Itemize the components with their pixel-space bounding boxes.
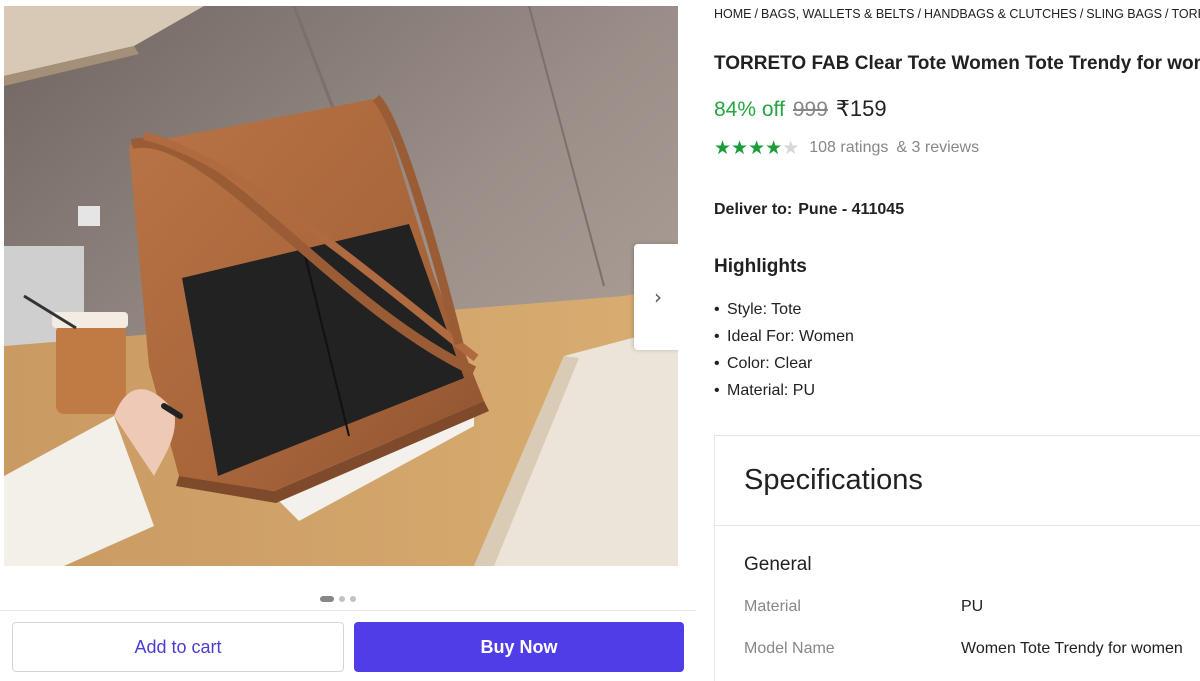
purchase-action-bar: Add to cart Buy Now: [0, 610, 696, 681]
star-filled-icon: ★: [748, 137, 766, 159]
spec-value: Women Tote Trendy for women: [961, 640, 1183, 657]
highlight-item: • Style: Tote: [714, 301, 802, 318]
spec-value: PU: [961, 598, 984, 615]
buy-now-button[interactable]: Buy Now: [354, 622, 684, 672]
add-to-cart-button[interactable]: Add to cart: [12, 622, 344, 672]
breadcrumb: HOME / BAGS, WALLETS & BELTS / HANDBAGS & CL…: [714, 7, 1200, 21]
highlight-item: • Ideal For: Women: [714, 328, 854, 345]
highlights-list: • Style: Tote • Ideal For: Women • Color: C…: [714, 299, 854, 407]
highlight-item: • Material: PU: [714, 382, 816, 399]
next-image-button[interactable]: ›: [634, 244, 678, 350]
specifications-card: Specifications General Material PU Model…: [714, 435, 1200, 681]
highlights-title: Highlights: [714, 256, 807, 277]
chevron-right-icon: ›: [654, 285, 662, 309]
star-empty-icon: ★: [782, 137, 800, 159]
spec-key: Model Name: [744, 640, 835, 657]
rating-row: ★★★★★ 108 ratings & 3 reviews: [714, 137, 979, 159]
breadcrumb-home[interactable]: HOME: [714, 7, 752, 21]
spec-group-title: General: [744, 554, 812, 575]
pagination-dot-active[interactable]: [320, 596, 334, 602]
ratings-count[interactable]: 108 ratings: [809, 139, 888, 157]
reviews-count[interactable]: & 3 reviews: [896, 139, 979, 157]
discount-badge: 84% off: [714, 98, 785, 121]
pagination-dot[interactable]: [350, 596, 356, 602]
specifications-title: Specifications: [744, 464, 923, 496]
price-row: 84% off 999 ₹159: [714, 96, 887, 122]
spec-key: Material: [744, 598, 801, 615]
star-filled-icon: ★: [731, 137, 749, 159]
breadcrumb-handbags[interactable]: HANDBAGS & CLUTCHES: [924, 7, 1077, 21]
delivery-label: Deliver to:: [714, 201, 793, 218]
divider: [715, 525, 1200, 526]
pagination-dot[interactable]: [339, 596, 345, 602]
star-filled-icon: ★: [765, 137, 783, 159]
product-image-gallery[interactable]: ›: [4, 6, 678, 566]
highlight-item: • Color: Clear: [714, 355, 813, 372]
breadcrumb-sling-bags[interactable]: SLING BAGS: [1086, 7, 1162, 21]
delivery-pincode: Pune - 411045: [798, 201, 905, 218]
delivery-location[interactable]: Deliver to: Pune - 411045: [714, 201, 904, 219]
selling-price: ₹159: [835, 96, 887, 121]
star-rating: ★★★★★: [714, 137, 799, 159]
gallery-pagination: [320, 596, 356, 602]
breadcrumb-bags[interactable]: BAGS, WALLETS & BELTS: [761, 7, 915, 21]
star-filled-icon: ★: [714, 137, 732, 159]
product-image: [4, 6, 678, 566]
product-details: HOME / BAGS, WALLETS & BELTS / HANDBAGS & CL…: [714, 0, 1200, 681]
breadcrumb-brand[interactable]: TORRETO FAB: [1172, 7, 1200, 21]
original-price: 999: [792, 98, 828, 121]
product-title: TORRETO FAB Clear Tote Women Tote Trendy…: [714, 53, 1200, 74]
